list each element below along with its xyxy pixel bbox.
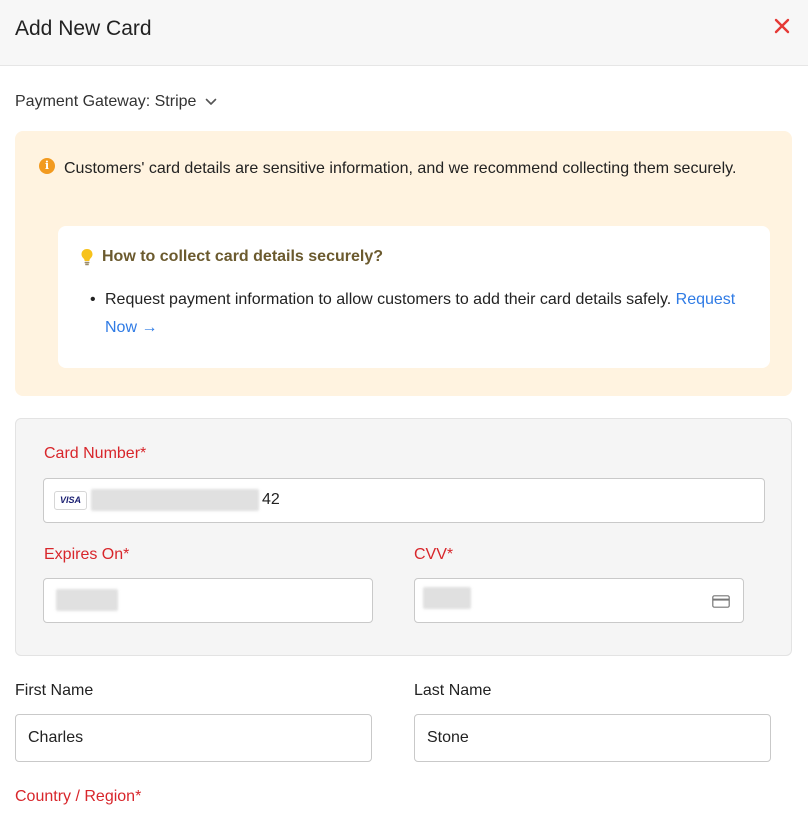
payment-gateway-selector[interactable]: Payment Gateway: Stripe bbox=[15, 93, 217, 111]
last-name-value: Stone bbox=[427, 729, 469, 746]
payment-gateway-label: Payment Gateway: Stripe bbox=[15, 93, 197, 110]
dialog-title: Add New Card bbox=[15, 17, 152, 40]
info-icon: i bbox=[39, 158, 55, 174]
bullet-marker: • bbox=[90, 291, 96, 308]
notice-message: Customers' card details are sensitive in… bbox=[64, 160, 737, 177]
first-name-input[interactable]: Charles bbox=[15, 714, 372, 762]
last-name-input[interactable]: Stone bbox=[414, 714, 771, 762]
cvv-label: CVV* bbox=[414, 546, 454, 563]
visa-icon: VISA bbox=[54, 491, 87, 510]
card-number-label: Card Number* bbox=[44, 445, 147, 462]
tip-text: Request payment information to allow cus… bbox=[105, 291, 672, 308]
cvv-masked bbox=[423, 587, 471, 609]
tip-list-item: • Request payment information to allow c… bbox=[90, 286, 750, 342]
chevron-down-icon bbox=[206, 98, 217, 105]
card-number-input[interactable]: VISA 42 bbox=[43, 478, 765, 523]
card-number-suffix: 42 bbox=[262, 491, 280, 508]
dialog-header: Add New Card bbox=[0, 0, 808, 66]
expires-on-label: Expires On* bbox=[44, 546, 130, 563]
last-name-label: Last Name bbox=[414, 682, 492, 699]
tip-heading: How to collect card details securely? bbox=[80, 248, 383, 266]
tip-box: How to collect card details securely? • … bbox=[58, 226, 770, 368]
first-name-value: Charles bbox=[28, 729, 84, 746]
card-details-section: Card Number* VISA 42 Expires On* CVV* bbox=[15, 418, 792, 656]
security-notice: i Customers' card details are sensitive … bbox=[15, 131, 792, 396]
first-name-label: First Name bbox=[15, 682, 94, 699]
cvv-input[interactable] bbox=[414, 578, 744, 623]
country-region-label: Country / Region* bbox=[15, 788, 142, 805]
expiry-masked bbox=[56, 589, 118, 611]
lightbulb-icon bbox=[81, 249, 93, 266]
close-icon[interactable] bbox=[771, 15, 793, 37]
card-icon bbox=[712, 595, 730, 608]
tip-title: How to collect card details securely? bbox=[102, 248, 383, 265]
expires-on-input[interactable] bbox=[43, 578, 373, 623]
card-number-masked bbox=[91, 489, 259, 511]
